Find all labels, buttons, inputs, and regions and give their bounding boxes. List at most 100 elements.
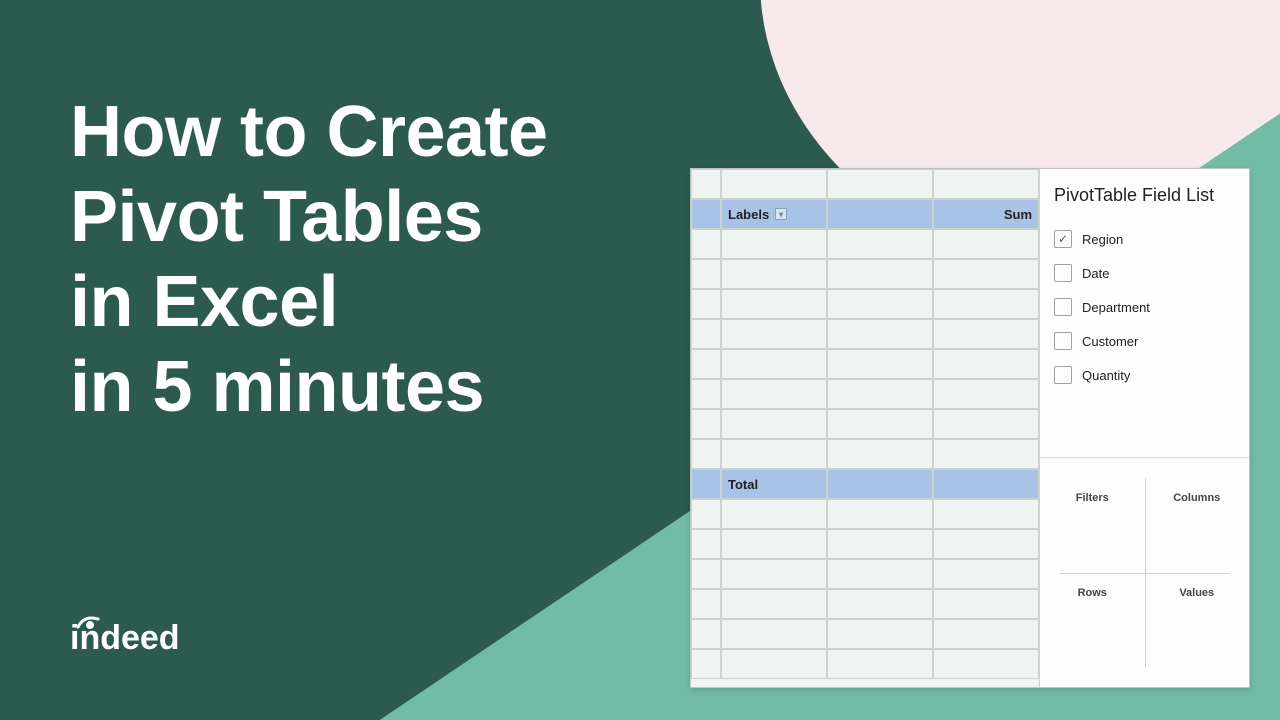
empty-cell <box>827 469 933 499</box>
row-header <box>691 259 721 289</box>
empty-cell <box>827 319 933 349</box>
checkbox-icon[interactable] <box>1054 298 1072 316</box>
field-label: Date <box>1082 266 1109 281</box>
checkbox-icon[interactable] <box>1054 332 1072 350</box>
empty-cell <box>827 379 933 409</box>
row-header <box>691 229 721 259</box>
row-header <box>691 289 721 319</box>
row-header <box>691 469 721 499</box>
drop-area-columns[interactable]: Columns <box>1145 478 1250 573</box>
checkbox-icon[interactable] <box>1054 264 1072 282</box>
empty-cell <box>721 529 827 559</box>
empty-cell <box>827 499 933 529</box>
empty-cell <box>933 169 1039 199</box>
row-header <box>691 169 721 199</box>
empty-cell <box>827 409 933 439</box>
field-label: Quantity <box>1082 368 1130 383</box>
empty-cell <box>933 559 1039 589</box>
empty-cell <box>721 439 827 469</box>
indeed-logo: indeed <box>70 609 220 660</box>
empty-cell <box>827 289 933 319</box>
empty-cell <box>933 469 1039 499</box>
drop-area-rows[interactable]: Rows <box>1040 573 1145 668</box>
empty-cell <box>721 259 827 289</box>
total-text: Total <box>728 477 758 492</box>
field-item-date[interactable]: Date <box>1054 256 1235 290</box>
empty-cell <box>721 289 827 319</box>
empty-cell <box>933 649 1039 679</box>
empty-cell <box>721 169 827 199</box>
worksheet: Labels ▾ Sum <box>691 169 1039 687</box>
row-header <box>691 529 721 559</box>
labels-text: Labels <box>728 207 769 222</box>
empty-cell <box>827 439 933 469</box>
drop-area-values[interactable]: Values <box>1145 573 1250 668</box>
field-label: Customer <box>1082 334 1138 349</box>
svg-text:indeed: indeed <box>70 619 180 655</box>
drop-areas: Filters Columns Rows Values <box>1040 457 1249 687</box>
field-list: ✓ Region Date Department Customer <box>1040 218 1249 392</box>
empty-cell <box>721 409 827 439</box>
excel-mockup: Labels ▾ Sum <box>690 168 1250 688</box>
row-header <box>691 589 721 619</box>
headline-line: in Excel <box>70 260 548 345</box>
headline: How to Create Pivot Tables in Excel in 5… <box>70 90 548 430</box>
row-header <box>691 499 721 529</box>
row-header <box>691 349 721 379</box>
empty-cell <box>933 439 1039 469</box>
field-item-customer[interactable]: Customer <box>1054 324 1235 358</box>
field-item-region[interactable]: ✓ Region <box>1054 222 1235 256</box>
empty-cell <box>827 259 933 289</box>
headline-line: Pivot Tables <box>70 175 548 260</box>
empty-cell <box>933 499 1039 529</box>
drop-area-filters[interactable]: Filters <box>1040 478 1145 573</box>
sum-text: Sum <box>1004 207 1032 222</box>
pivottable-field-list-panel: PivotTable Field List ✓ Region Date Depa… <box>1039 169 1249 687</box>
row-header <box>691 409 721 439</box>
empty-cell <box>827 589 933 619</box>
field-item-department[interactable]: Department <box>1054 290 1235 324</box>
empty-cell <box>721 499 827 529</box>
headline-line: How to Create <box>70 90 548 175</box>
empty-cell <box>933 619 1039 649</box>
field-label: Department <box>1082 300 1150 315</box>
checkbox-icon[interactable]: ✓ <box>1054 230 1072 248</box>
empty-cell <box>827 229 933 259</box>
empty-cell <box>933 349 1039 379</box>
empty-cell <box>933 319 1039 349</box>
empty-cell <box>933 229 1039 259</box>
empty-cell <box>933 259 1039 289</box>
row-header <box>691 619 721 649</box>
empty-cell <box>721 619 827 649</box>
empty-cell <box>827 199 933 229</box>
row-header <box>691 649 721 679</box>
pivot-sum-header: Sum <box>933 199 1039 229</box>
row-header <box>691 199 721 229</box>
field-item-quantity[interactable]: Quantity <box>1054 358 1235 392</box>
thumbnail-stage: How to Create Pivot Tables in Excel in 5… <box>0 0 1280 720</box>
pivot-total-label: Total <box>721 469 827 499</box>
field-list-title: PivotTable Field List <box>1040 169 1249 218</box>
empty-cell <box>721 379 827 409</box>
row-header <box>691 439 721 469</box>
pivot-labels-header[interactable]: Labels ▾ <box>721 199 827 229</box>
headline-line: in 5 minutes <box>70 345 548 430</box>
empty-cell <box>933 409 1039 439</box>
empty-cell <box>721 649 827 679</box>
empty-cell <box>933 289 1039 319</box>
empty-cell <box>827 649 933 679</box>
row-header <box>691 379 721 409</box>
dropdown-icon[interactable]: ▾ <box>775 208 787 220</box>
empty-cell <box>827 559 933 589</box>
empty-cell <box>721 349 827 379</box>
empty-cell <box>827 169 933 199</box>
empty-cell <box>721 559 827 589</box>
empty-cell <box>721 319 827 349</box>
empty-cell <box>933 529 1039 559</box>
field-label: Region <box>1082 232 1123 247</box>
empty-cell <box>721 589 827 619</box>
empty-cell <box>827 529 933 559</box>
empty-cell <box>827 349 933 379</box>
checkbox-icon[interactable] <box>1054 366 1072 384</box>
row-header <box>691 559 721 589</box>
